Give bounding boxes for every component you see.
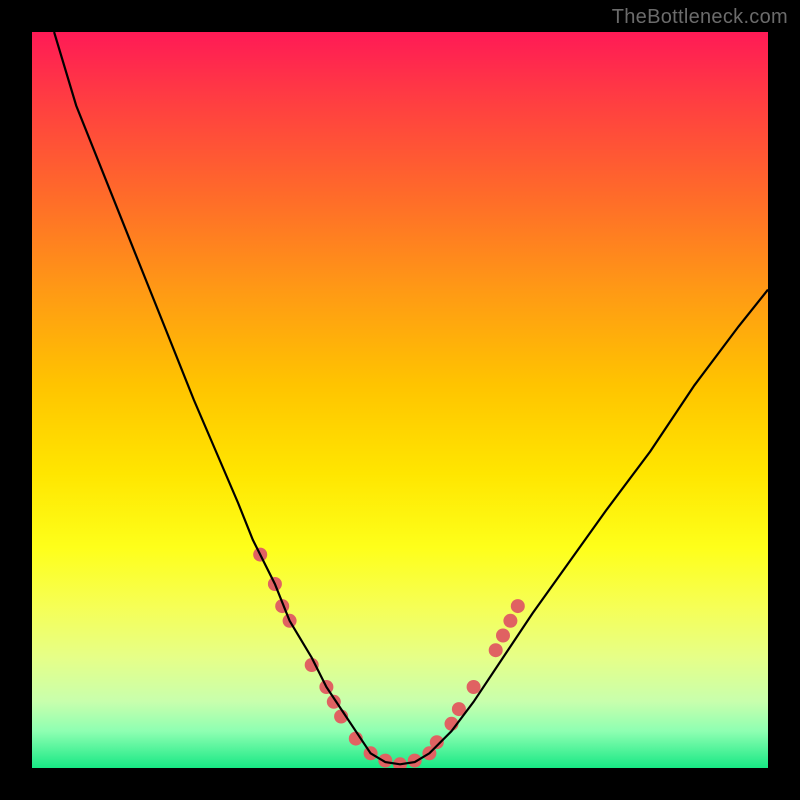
watermark-label: TheBottleneck.com: [612, 6, 788, 29]
chart-frame: TheBottleneck.com: [0, 0, 800, 800]
chart-overlay: [32, 32, 768, 768]
data-marker: [503, 614, 517, 628]
data-marker: [467, 680, 481, 694]
bottleneck-curve: [54, 32, 768, 764]
data-marker: [496, 629, 510, 643]
data-marker: [511, 599, 525, 613]
data-marker: [489, 643, 503, 657]
data-marker: [408, 754, 422, 768]
data-marker: [378, 754, 392, 768]
data-markers: [253, 548, 525, 768]
